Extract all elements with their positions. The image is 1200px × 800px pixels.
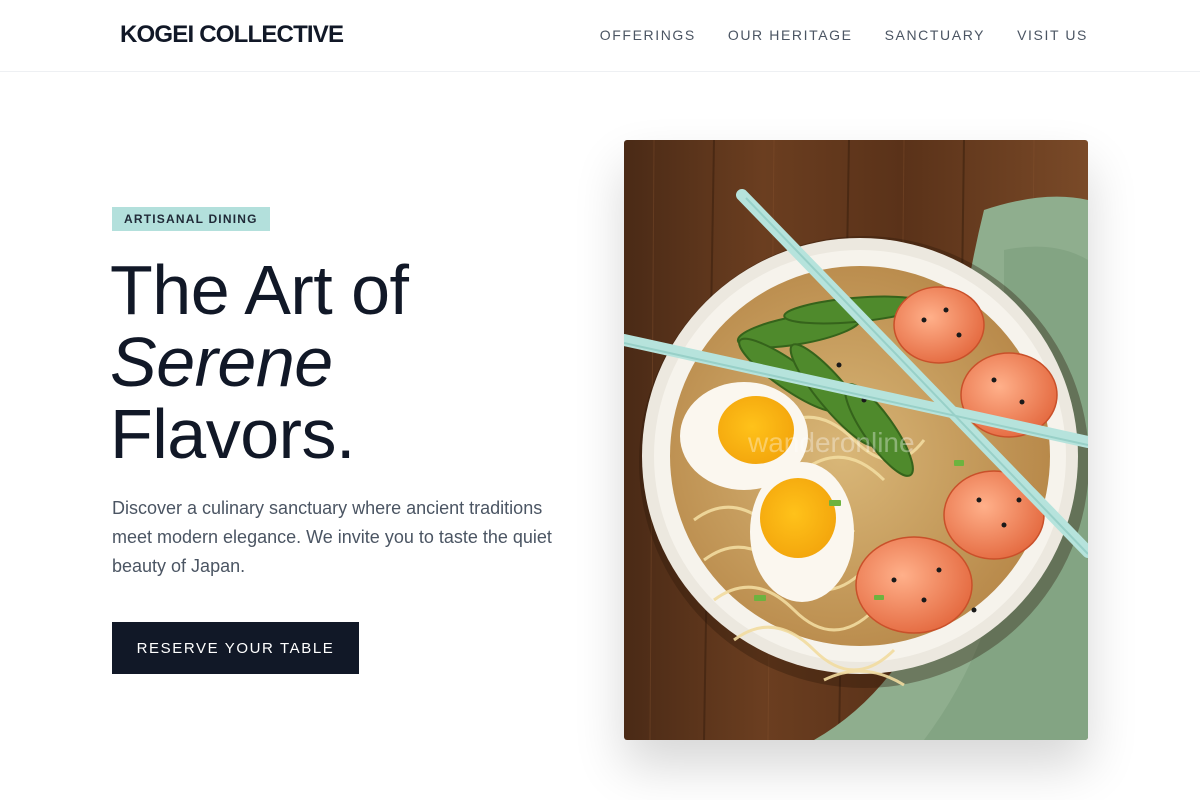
- hero-headline: The Art of Serene Flavors.: [110, 251, 409, 473]
- nav-link-our-heritage[interactable]: OUR HERITAGE: [728, 27, 853, 43]
- main-nav: OFFERINGS OUR HERITAGE SANCTUARY VISIT U…: [600, 27, 1088, 43]
- headline-line-1: The Art of: [110, 251, 409, 329]
- site-logo[interactable]: KOGEI COLLECTIVE: [120, 21, 344, 49]
- category-badge: ARTISANAL DINING: [112, 207, 270, 231]
- reserve-table-button[interactable]: RESERVE YOUR TABLE: [112, 622, 359, 674]
- nav-link-sanctuary[interactable]: SANCTUARY: [885, 27, 986, 43]
- hero-description: Discover a culinary sanctuary where anci…: [112, 498, 552, 576]
- headline-line-3: Flavors.: [110, 395, 355, 473]
- nav-link-visit-us[interactable]: VISIT US: [1017, 27, 1088, 43]
- ramen-bowl-photo: wanderonline: [624, 140, 1088, 740]
- nav-link-offerings[interactable]: OFFERINGS: [600, 27, 696, 43]
- site-header: KOGEI COLLECTIVE OFFERINGS OUR HERITAGE …: [0, 0, 1200, 72]
- headline-italic-word: Serene: [110, 323, 333, 401]
- image-watermark: wanderonline: [747, 427, 915, 458]
